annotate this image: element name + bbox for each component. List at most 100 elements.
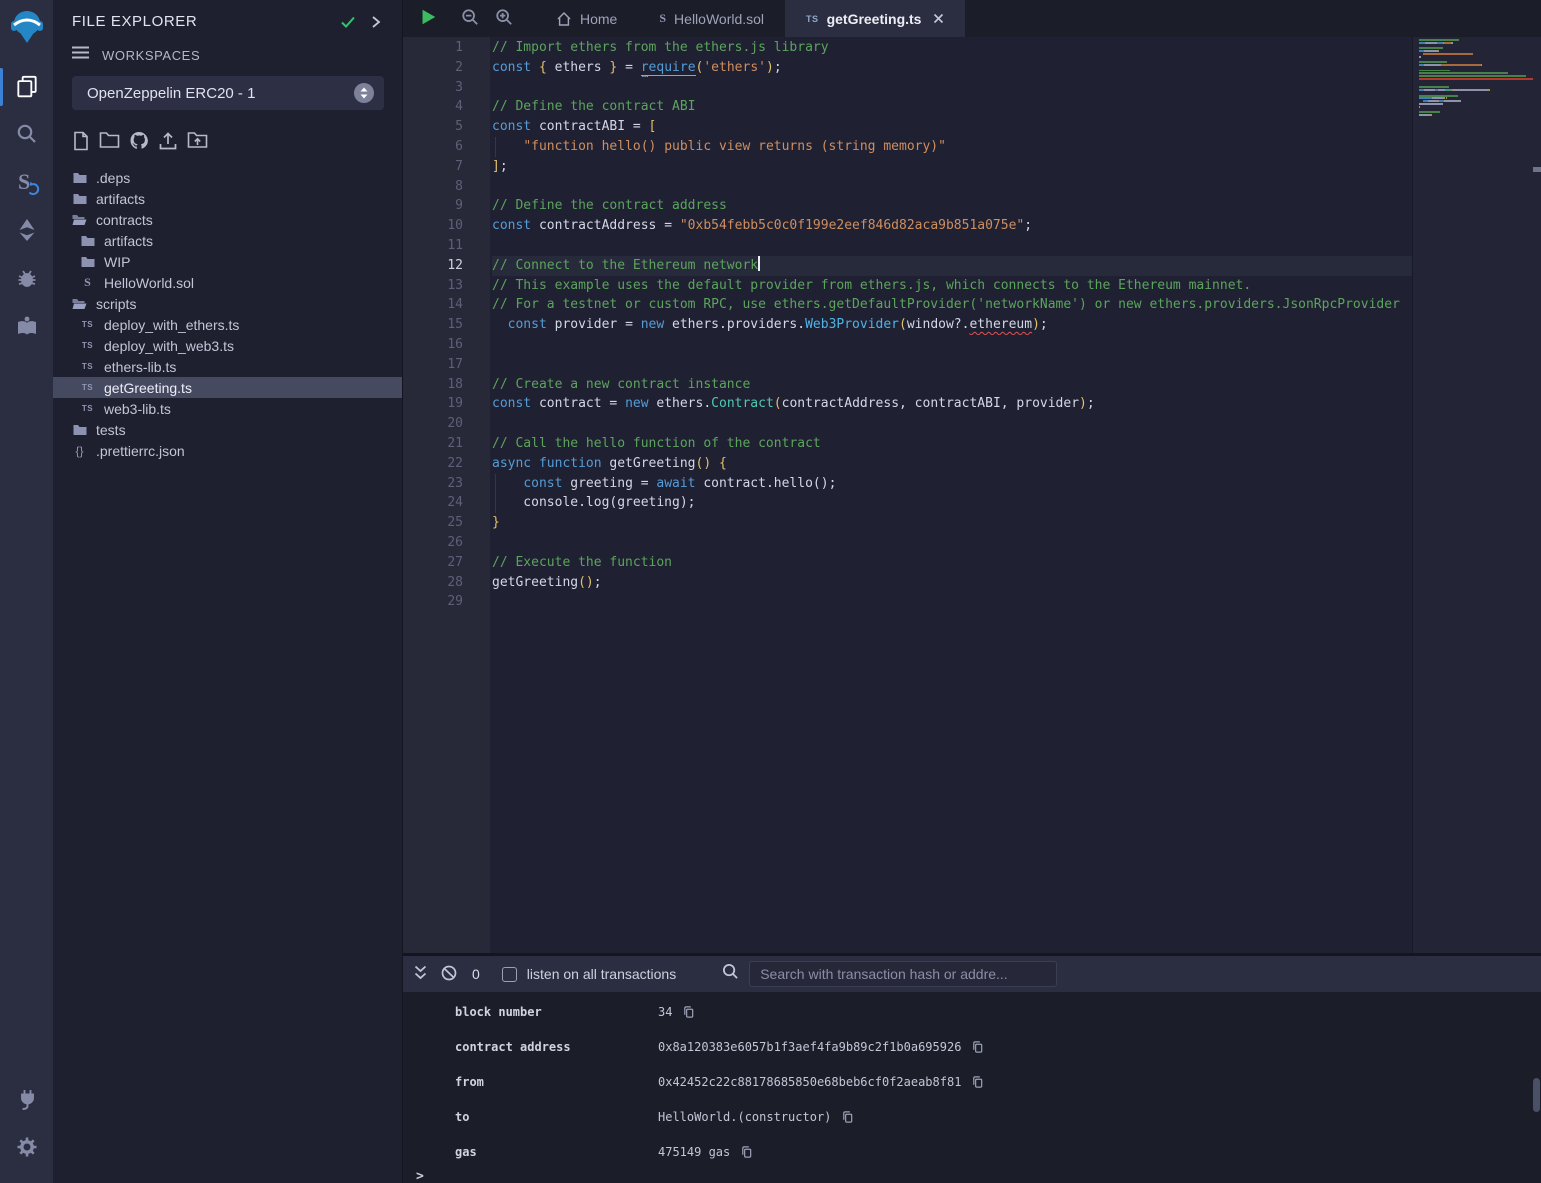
- code-line-3[interactable]: 3: [403, 78, 1412, 98]
- minimap[interactable]: [1412, 37, 1541, 953]
- clear-console-button[interactable]: [441, 965, 457, 984]
- activity-learneth[interactable]: [0, 304, 53, 350]
- code-line-12[interactable]: 12// Connect to the Ethereum network: [403, 256, 1412, 276]
- tree-item-ethers-lib.ts[interactable]: TSethers-lib.ts: [53, 356, 402, 377]
- github-sync-button[interactable]: [129, 131, 149, 154]
- line-content: // Call the hello function of the contra…: [492, 434, 1412, 454]
- code-line-20[interactable]: 20: [403, 414, 1412, 434]
- tab-getGreeting.ts[interactable]: TSgetGreeting.ts: [785, 0, 965, 37]
- zoom-out-button[interactable]: [461, 8, 479, 29]
- code-area[interactable]: 1// Import ethers from the ethers.js lib…: [403, 37, 1412, 953]
- code-line-16[interactable]: 16: [403, 335, 1412, 355]
- activity-solidity-compiler[interactable]: S: [0, 160, 53, 206]
- activity-debugger[interactable]: [0, 256, 53, 302]
- line-content: // Execute the function: [492, 553, 1412, 573]
- code-line-2[interactable]: 2const { ethers } = require…('ethers');: [403, 58, 1412, 78]
- code-line-9[interactable]: 9// Define the contract address: [403, 196, 1412, 216]
- line-content: // Connect to the Ethereum network: [492, 256, 1412, 276]
- line-number: 14: [403, 295, 463, 315]
- new-file-button[interactable]: [72, 131, 90, 154]
- code-line-23[interactable]: 23 const greeting = await contract.hello…: [403, 474, 1412, 494]
- code-line-8[interactable]: 8: [403, 177, 1412, 197]
- code-line-5[interactable]: 5const contractABI = [: [403, 117, 1412, 137]
- terminal-search-input[interactable]: [749, 961, 1057, 987]
- expand-terminal-button[interactable]: [413, 964, 428, 984]
- scrollbar-thumb[interactable]: [1533, 1078, 1540, 1112]
- activity-settings[interactable]: [0, 1125, 53, 1171]
- terminal-prompt[interactable]: >: [403, 1169, 1541, 1183]
- folder-open-icon: [72, 298, 87, 310]
- tree-item-deploy_with_web3.ts[interactable]: TSdeploy_with_web3.ts: [53, 335, 402, 356]
- copy-icon[interactable]: [740, 1145, 753, 1159]
- code-line-1[interactable]: 1// Import ethers from the ethers.js lib…: [403, 38, 1412, 58]
- listen-label: listen on all transactions: [527, 966, 676, 982]
- tab-strip: HomeSHelloWorld.solTSgetGreeting.ts: [535, 0, 965, 37]
- tree-item-deploy_with_ethers.ts[interactable]: TSdeploy_with_ethers.ts: [53, 314, 402, 335]
- code-line-25[interactable]: 25}: [403, 513, 1412, 533]
- new-folder-button[interactable]: [99, 131, 120, 154]
- code-line-17[interactable]: 17: [403, 355, 1412, 375]
- upload-folder-button[interactable]: [187, 131, 208, 154]
- tree-item-web3-lib.ts[interactable]: TSweb3-lib.ts: [53, 398, 402, 419]
- panel-title: FILE EXPLORER: [72, 13, 326, 30]
- activity-plugin-manager[interactable]: [0, 1077, 53, 1123]
- tree-item-contracts[interactable]: contracts: [53, 209, 402, 230]
- code-line-27[interactable]: 27 // Execute the function: [403, 553, 1412, 573]
- code-line-10[interactable]: 10const contractAddress = "0xb54febb5c0c…: [403, 216, 1412, 236]
- file-explorer-panel: FILE EXPLORER WORKSPACES OpenZeppelin ER…: [53, 0, 403, 1183]
- workspace-switch-icon[interactable]: [354, 83, 374, 103]
- tab-Home[interactable]: Home: [535, 0, 638, 37]
- tree-item-getGreeting.ts[interactable]: TSgetGreeting.ts: [53, 377, 402, 398]
- line-number: 28: [403, 573, 463, 593]
- line-number: 27: [403, 553, 463, 573]
- code-line-13[interactable]: 13// This example uses the default provi…: [403, 276, 1412, 296]
- tab-HelloWorld.sol[interactable]: SHelloWorld.sol: [638, 0, 785, 37]
- code-line-28[interactable]: 28getGreeting();: [403, 573, 1412, 593]
- confirm-check-icon[interactable]: [340, 15, 356, 29]
- code-line-14[interactable]: 14// For a testnet or custom RPC, use et…: [403, 295, 1412, 315]
- workspaces-menu-icon[interactable]: [72, 46, 89, 64]
- copy-icon[interactable]: [841, 1110, 854, 1124]
- activity-deploy-run[interactable]: [0, 208, 53, 254]
- activity-search[interactable]: [0, 112, 53, 158]
- scrollbar-fragment[interactable]: [1533, 167, 1541, 172]
- copy-icon[interactable]: [971, 1040, 984, 1054]
- code-line-4[interactable]: 4// Define the contract ABI: [403, 97, 1412, 117]
- tx-detail-label: gas: [455, 1145, 658, 1159]
- copy-icon[interactable]: [682, 1005, 695, 1019]
- code-line-11[interactable]: 11: [403, 236, 1412, 256]
- run-script-button[interactable]: [418, 7, 438, 30]
- tree-item-.prettierrc.json[interactable]: {}.prettierrc.json: [53, 440, 402, 461]
- zoom-in-button[interactable]: [495, 8, 513, 29]
- listen-checkbox[interactable]: [502, 967, 517, 982]
- code-line-26[interactable]: 26: [403, 533, 1412, 553]
- tree-item-HelloWorld.sol[interactable]: SHelloWorld.sol: [53, 272, 402, 293]
- code-line-22[interactable]: 22async function getGreeting() {: [403, 454, 1412, 474]
- code-line-21[interactable]: 21// Call the hello function of the cont…: [403, 434, 1412, 454]
- line-number: 24: [403, 493, 463, 513]
- tree-item-tests[interactable]: tests: [53, 419, 402, 440]
- copy-icon[interactable]: [971, 1075, 984, 1089]
- code-line-19[interactable]: 19const contract = new ethers.Contract(c…: [403, 394, 1412, 414]
- workspace-select[interactable]: OpenZeppelin ERC20 - 1: [72, 76, 384, 110]
- activity-file-explorer[interactable]: [0, 64, 53, 110]
- tree-item-artifacts[interactable]: artifacts: [53, 188, 402, 209]
- tree-item-.deps[interactable]: .deps: [53, 167, 402, 188]
- minimap-line: [1419, 72, 1533, 74]
- tab-label: getGreeting.ts: [827, 11, 922, 27]
- code-line-18[interactable]: 18// Create a new contract instance: [403, 375, 1412, 395]
- code-line-24[interactable]: 24 console.log(greeting);: [403, 493, 1412, 513]
- code-line-7[interactable]: 7];: [403, 157, 1412, 177]
- code-line-15[interactable]: 15 const provider = new ethers.providers…: [403, 315, 1412, 335]
- line-number: 5: [403, 117, 463, 137]
- tree-item-artifacts[interactable]: artifacts: [53, 230, 402, 251]
- tree-item-WIP[interactable]: WIP: [53, 251, 402, 272]
- tree-item-scripts[interactable]: scripts: [53, 293, 402, 314]
- code-line-29[interactable]: 29: [403, 592, 1412, 612]
- chevron-right-icon[interactable]: [370, 15, 382, 29]
- close-tab-icon[interactable]: [933, 13, 944, 24]
- remix-logo[interactable]: [0, 6, 53, 50]
- code-line-6[interactable]: 6 "function hello() public view returns …: [403, 137, 1412, 157]
- line-content: const contractAddress = "0xb54febb5c0c0f…: [492, 216, 1412, 236]
- upload-file-button[interactable]: [158, 131, 178, 154]
